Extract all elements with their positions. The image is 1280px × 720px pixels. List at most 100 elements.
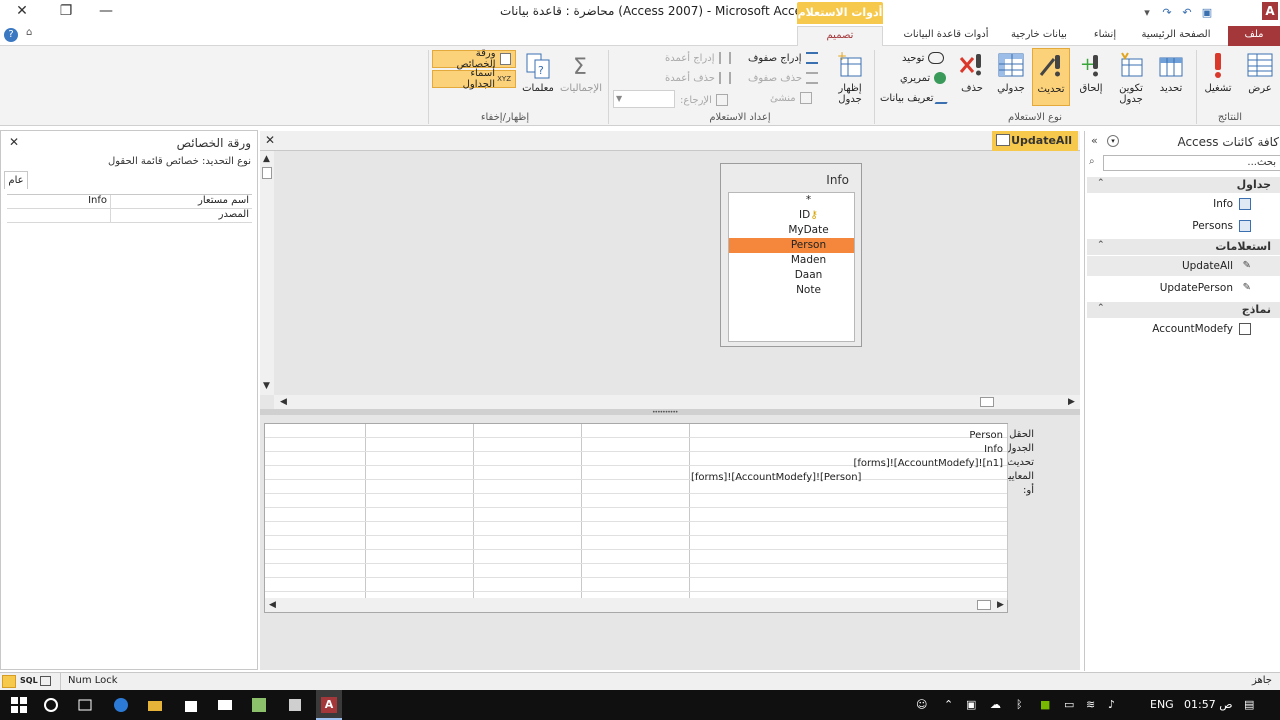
nav-item-table[interactable]: Persons [1087, 216, 1280, 236]
clock-time[interactable]: ص 01:57 [1184, 698, 1233, 711]
nav-search-input[interactable]: بحث... [1103, 155, 1280, 171]
help-icon[interactable]: ? [4, 28, 18, 42]
table-design-area[interactable]: ▲ ▼ ◀ ▶ [260, 151, 1080, 409]
network-status-icon[interactable]: ▣ [966, 698, 976, 711]
search-icon[interactable] [42, 696, 60, 714]
field-item[interactable]: * [729, 193, 854, 208]
tab-general[interactable]: عام [4, 171, 28, 189]
grid-cell-table[interactable]: Info [984, 444, 1003, 455]
query-design-grid[interactable]: Person Info [forms]![AccountModefy]![n1]… [264, 423, 1008, 613]
bluetooth-icon[interactable]: ᛒ [1016, 698, 1023, 711]
property-row[interactable]: اسم مستعار Info [7, 195, 252, 209]
update-query-button[interactable]: تحديث [1032, 48, 1070, 106]
task-view-icon[interactable] [76, 696, 94, 714]
data-definition-button[interactable]: تعريف بيانات [880, 92, 953, 104]
onedrive-icon[interactable]: ☁ [990, 698, 1001, 711]
insert-rows-button[interactable]: إدراج صفوف [748, 52, 818, 64]
tab-create[interactable]: إنشاء [1080, 26, 1130, 46]
collapse-nav-icon[interactable]: « [1091, 134, 1098, 147]
horizontal-scrollbar[interactable]: ◀ ▶ [274, 395, 1080, 409]
redo-icon[interactable]: ↷ [1160, 6, 1174, 20]
scroll-down-icon[interactable]: ▼ [263, 381, 270, 391]
delete-query-button[interactable]: حذف [954, 50, 990, 94]
builder-button[interactable]: منشئ [770, 92, 812, 104]
battery-icon[interactable]: ▭ [1064, 698, 1074, 711]
scroll-right-icon[interactable]: ▶ [1068, 397, 1075, 407]
property-value[interactable]: Info [7, 195, 110, 208]
select-query-button[interactable]: تحديد [1152, 50, 1190, 94]
table-names-button[interactable]: XYZ أسماء الجداول [432, 68, 516, 90]
tab-external-data[interactable]: بيانات خارجية [1004, 26, 1074, 46]
tab-file[interactable]: ملف [1228, 26, 1280, 46]
customize-qat-icon[interactable]: ▾ [1140, 6, 1154, 20]
nav-section-tables[interactable]: جداول ⌃ [1087, 177, 1280, 193]
scroll-left-icon[interactable]: ◀ [280, 397, 287, 407]
mail-icon[interactable] [216, 696, 234, 714]
field-item[interactable]: MyDate [729, 223, 854, 238]
start-windows-icon[interactable] [10, 696, 28, 714]
volume-icon[interactable]: ♪ [1108, 698, 1115, 711]
scroll-up-icon[interactable]: ▲ [263, 154, 270, 164]
nav-section-forms[interactable]: نماذج ⌃ [1087, 302, 1280, 318]
append-button[interactable]: + إلحاق [1072, 50, 1110, 94]
access-app-icon[interactable]: A [1262, 2, 1278, 20]
scroll-thumb[interactable] [980, 397, 994, 407]
design-view-icon[interactable] [2, 675, 16, 688]
scroll-thumb[interactable] [977, 600, 991, 610]
make-table-button[interactable]: تكوين جدول [1112, 50, 1150, 105]
nav-item-form[interactable]: AccountModefy [1087, 319, 1280, 339]
close-document-icon[interactable]: ✕ [265, 133, 275, 147]
return-combo-dropdown-icon[interactable]: ▼ [616, 94, 622, 103]
tray-chevron-icon[interactable]: ⌃ [944, 698, 953, 711]
sql-view-button[interactable]: SQL [20, 676, 38, 685]
field-item[interactable]: ID⚷ [729, 208, 854, 223]
input-language[interactable]: ENG [1150, 698, 1174, 711]
totals-button[interactable]: Σ الإجماليات [558, 50, 604, 94]
minimize-window-icon[interactable]: — [96, 3, 116, 19]
notifications-icon[interactable]: ▤ [1244, 698, 1254, 711]
run-button[interactable]: تشغيل [1198, 50, 1238, 94]
collapse-ribbon-icon[interactable]: ⌂ [26, 27, 32, 38]
parameters-button[interactable]: ? معلمات [518, 50, 558, 94]
nav-item-table[interactable]: Info [1087, 194, 1280, 214]
document-tab[interactable]: UpdateAll [992, 131, 1078, 151]
file-explorer-icon[interactable] [146, 696, 164, 714]
tab-home[interactable]: الصفحة الرئيسية [1136, 26, 1216, 46]
app-utility-icon[interactable] [286, 696, 304, 714]
scroll-thumb[interactable] [262, 167, 272, 179]
property-row[interactable]: المصدر [7, 209, 252, 223]
nvidia-icon[interactable]: ■ [1040, 698, 1050, 711]
access-taskbar-button[interactable]: A [316, 690, 342, 720]
nav-header[interactable]: « ▾ كافة كائنات Access [1085, 131, 1280, 153]
collapse-section-icon[interactable]: ⌃ [1097, 178, 1105, 188]
tab-database-tools[interactable]: أدوات قاعدة البيانات [896, 26, 996, 46]
datasheet-view-icon[interactable] [40, 676, 51, 686]
edge-browser-icon[interactable] [112, 696, 130, 714]
save-icon[interactable]: ▣ [1200, 6, 1214, 20]
close-window-icon[interactable]: ✕ [12, 3, 32, 19]
pass-through-button[interactable]: تمريري [900, 72, 947, 84]
people-icon[interactable]: ☺ [916, 698, 927, 711]
nav-item-query[interactable]: ✎ UpdateAll [1087, 256, 1280, 276]
grid-horizontal-scrollbar[interactable]: ◀ ▶ [265, 598, 1007, 612]
close-icon[interactable]: ✕ [9, 135, 19, 149]
insert-columns-button[interactable]: إدراج أعمدة [665, 52, 731, 64]
grid-cell-field[interactable]: Person [969, 430, 1003, 441]
app-green-icon[interactable] [250, 696, 268, 714]
grid-cell-update-to[interactable]: [forms]![AccountModefy]![n1] [853, 458, 1003, 469]
property-sheet-button[interactable]: ورقة الخصائص [432, 48, 516, 70]
nav-menu-icon[interactable]: ▾ [1107, 135, 1119, 147]
search-icon[interactable]: ⌕ [1089, 156, 1095, 167]
show-table-button[interactable]: + إظهار جدول [830, 50, 870, 105]
scroll-left-icon[interactable]: ◀ [269, 600, 276, 610]
wifi-icon[interactable]: ≋ [1086, 698, 1095, 711]
field-item[interactable]: Daan [729, 268, 854, 283]
collapse-section-icon[interactable]: ⌃ [1097, 240, 1105, 250]
field-item[interactable]: Maden [729, 253, 854, 268]
store-icon[interactable] [182, 696, 200, 714]
nav-item-query[interactable]: ✎ UpdatePerson [1087, 278, 1280, 298]
vertical-scrollbar[interactable]: ▲ ▼ [260, 151, 274, 395]
field-item[interactable]: Note [729, 283, 854, 298]
restore-window-icon[interactable]: ❐ [56, 3, 76, 19]
field-item-selected[interactable]: Person [729, 238, 854, 253]
